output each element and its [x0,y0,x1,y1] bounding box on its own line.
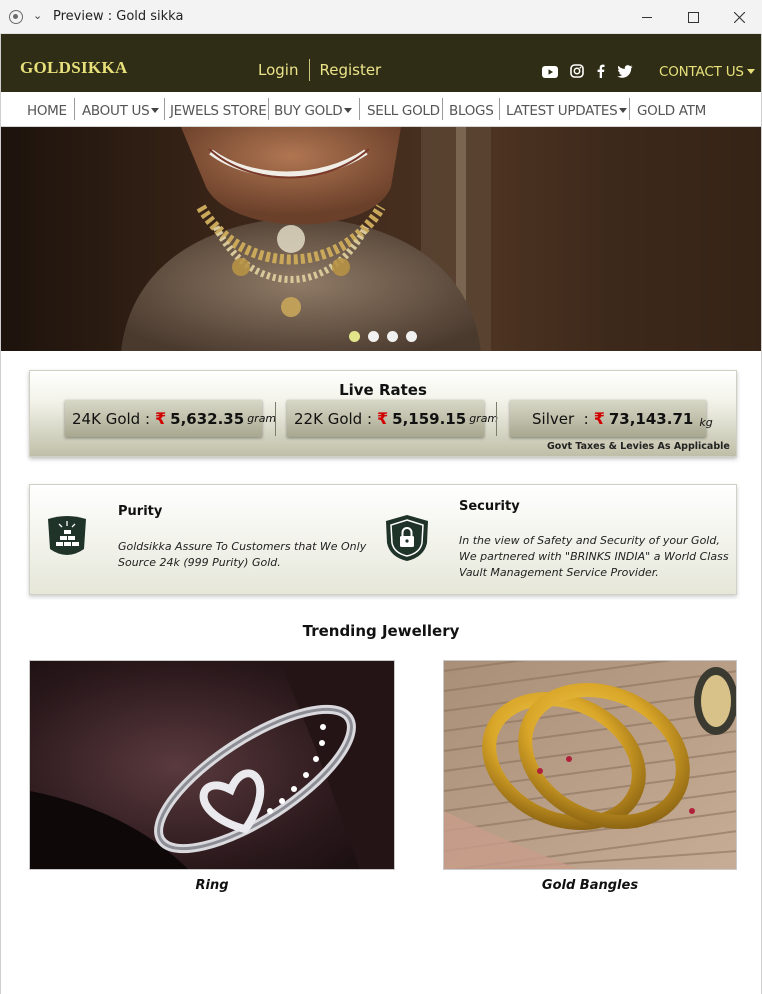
carousel-dot[interactable] [368,331,379,342]
nav-label: HOME [27,103,67,119]
carousel-dot[interactable] [349,331,360,342]
nav-about-us[interactable]: ABOUT US [82,103,160,119]
caret-down-icon [619,108,628,113]
rate-value: 5,159.15 [392,409,467,428]
auth-links: Login Register [258,59,381,81]
silver-rate: Silver : ₹ 73,143.71 kg [510,400,713,437]
contact-us-menu[interactable]: CONTACT US [659,64,755,80]
product-name[interactable]: Ring [29,878,395,893]
ring-product-image[interactable] [29,660,395,870]
security-title: Security [459,499,520,514]
rate-unit: gram [247,412,277,425]
nav-divider [359,98,360,120]
twitter-icon[interactable] [617,64,633,83]
rate-value: 5,632.35 [170,409,245,428]
nav-jewels-store[interactable]: JEWELS STORE [170,103,267,119]
site-logo[interactable]: GOLDSIKKA [20,58,128,78]
nav-label: BLOGS [449,103,494,119]
rupee-icon: ₹ [593,409,605,428]
rate-unit: gram [469,412,499,425]
nav-label: ABOUT US [82,103,150,119]
rate-label: Silver : [532,409,589,428]
carousel-dot[interactable] [387,331,398,342]
close-icon [733,11,745,23]
carousel-dot[interactable] [406,331,417,342]
nav-home[interactable]: HOME [27,103,67,119]
gold-bars-icon [44,515,90,564]
rate-divider [496,402,497,436]
ring-image [30,661,394,869]
close-button[interactable] [716,0,762,34]
login-link[interactable]: Login [258,61,298,79]
nav-label: LATEST UPDATES [506,103,618,119]
instagram-icon[interactable] [570,64,584,83]
shield-lock-icon [384,513,430,568]
rate-label: 22K Gold : [294,409,373,428]
nav-blogs[interactable]: BLOGS [449,103,494,119]
bangles-image [444,661,736,869]
contact-us-label: CONTACT US [659,64,744,80]
social-links [542,64,633,83]
nav-sell-gold[interactable]: SELL GOLD [367,103,440,119]
rupee-icon: ₹ [377,409,389,428]
gold-24k-rate: 24K Gold : ₹ 5,632.35 gram [65,400,276,437]
facebook-icon[interactable] [596,64,605,83]
carousel-dots [349,331,417,342]
rates-tax-note: Govt Taxes & Levies As Applicable [547,441,730,452]
youtube-icon[interactable] [542,65,558,83]
nav-divider [442,98,443,120]
hero-carousel[interactable] [1,127,761,351]
live-rates-panel: Live Rates 24K Gold : ₹ 5,632.35 gram 22… [29,370,737,457]
caret-down-icon [344,108,353,113]
gold-bangles-product-image[interactable] [443,660,737,870]
app-icon [9,10,23,24]
rate-value: 73,143.71 [608,409,694,428]
register-link[interactable]: Register [319,61,381,79]
divider [309,59,311,81]
nav-divider [629,98,630,120]
minimize-icon [641,16,652,18]
nav-label: JEWELS STORE [170,103,267,119]
nav-gold-atm[interactable]: GOLD ATM [637,103,706,119]
rupee-icon: ₹ [155,409,167,428]
nav-buy-gold[interactable]: BUY GOLD [274,103,353,119]
nav-divider [268,98,269,120]
rate-unit: kg [699,416,713,429]
nav-latest-updates[interactable]: LATEST UPDATES [506,103,628,119]
gold-22k-rate: 22K Gold : ₹ 5,159.15 gram [287,400,498,437]
browser-content: GOLDSIKKA Login Register CONTACT US HOME… [0,34,762,994]
nav-label: BUY GOLD [274,103,343,119]
purity-title: Purity [118,504,163,519]
product-name[interactable]: Gold Bangles [443,878,737,893]
live-rates-title: Live Rates [339,381,427,399]
features-panel: Purity Goldsikka Assure To Customers tha… [29,484,737,595]
nav-label: GOLD ATM [637,103,706,119]
caret-down-icon [151,108,160,113]
minimize-button[interactable] [624,0,670,34]
maximize-button[interactable] [670,0,716,34]
nav-label: SELL GOLD [367,103,440,119]
nav-divider [164,98,165,120]
site-header: GOLDSIKKA Login Register CONTACT US [1,34,761,92]
rate-divider [275,402,276,436]
purity-text: Goldsikka Assure To Customers that We On… [118,540,367,569]
window-title: Preview : Gold sikka [53,9,184,24]
trending-jewellery-title: Trending Jewellery [302,622,460,640]
chevron-down-icon[interactable]: ⌄ [33,10,45,22]
security-text: In the view of Safety and Security of yo… [459,534,729,579]
nav-divider [499,98,500,120]
caret-down-icon [746,69,755,74]
rate-label: 24K Gold : [72,409,151,428]
hero-banner-image [1,127,761,351]
window-titlebar: ⌄ Preview : Gold sikka [0,0,762,34]
maximize-icon [687,11,699,23]
nav-divider [74,98,75,120]
main-nav: HOME ABOUT US JEWELS STORE BUY GOLD SELL… [1,92,761,127]
